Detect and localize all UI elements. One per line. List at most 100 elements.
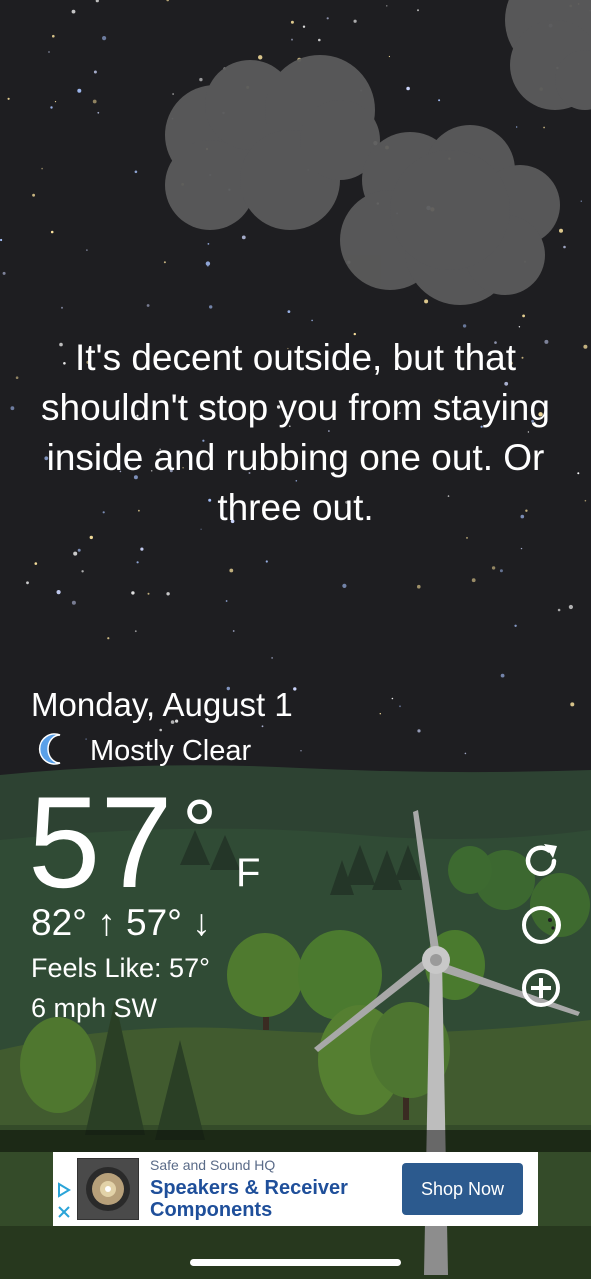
- star: [48, 51, 50, 53]
- temperature-unit: F: [236, 851, 261, 895]
- ad-title[interactable]: Speakers & Receiver Components: [150, 1177, 360, 1221]
- feels-like: Feels Like: 57°: [31, 953, 210, 983]
- star: [543, 126, 545, 129]
- star: [491, 566, 496, 570]
- star: [52, 34, 55, 38]
- star: [172, 93, 174, 95]
- star: [93, 70, 97, 74]
- star: [258, 55, 263, 60]
- add-circle-icon: [520, 967, 562, 1014]
- star: [518, 326, 521, 328]
- star: [140, 547, 144, 551]
- condition-row: Mostly Clear: [38, 733, 251, 770]
- star: [514, 624, 517, 627]
- star: [73, 551, 78, 556]
- star: [417, 729, 421, 733]
- star: [26, 581, 29, 585]
- star: [15, 376, 19, 380]
- star: [232, 630, 235, 632]
- star: [417, 584, 421, 589]
- star: [71, 9, 76, 14]
- star: [199, 77, 203, 82]
- star: [81, 570, 84, 573]
- star: [0, 238, 3, 242]
- wind-speed: 6 mph SW: [31, 993, 158, 1023]
- star: [241, 235, 246, 240]
- shop-now-button[interactable]: Shop Now: [402, 1163, 523, 1215]
- star: [146, 304, 150, 307]
- star: [261, 725, 264, 728]
- star: [388, 55, 390, 58]
- star: [563, 245, 566, 249]
- weather-message: It's decent outside, but that shouldn't …: [41, 337, 550, 528]
- star: [97, 111, 100, 114]
- ad-controls: [53, 1152, 75, 1226]
- star: [71, 600, 76, 605]
- refresh-button[interactable]: [520, 842, 562, 884]
- moon-phase-button[interactable]: [520, 904, 562, 951]
- star: [499, 569, 503, 573]
- star: [50, 230, 54, 234]
- condition-label: Mostly Clear: [90, 735, 252, 767]
- star: [287, 310, 291, 313]
- star: [399, 705, 401, 708]
- star: [92, 99, 97, 104]
- star: [577, 472, 580, 475]
- degree-symbol: °: [182, 781, 218, 880]
- star: [107, 637, 110, 640]
- star: [77, 548, 81, 552]
- star: [134, 170, 138, 174]
- star: [386, 5, 388, 7]
- star: [438, 99, 441, 102]
- star: [166, 592, 170, 596]
- star: [56, 590, 61, 595]
- star: [163, 261, 166, 264]
- star: [379, 713, 381, 715]
- star: [50, 106, 53, 109]
- star: [7, 97, 10, 100]
- star: [207, 243, 210, 245]
- crescent-moon-icon: [38, 733, 70, 770]
- star: [522, 314, 525, 318]
- date-label: Monday, August 1: [31, 686, 293, 723]
- star: [326, 17, 329, 20]
- star: [464, 752, 467, 755]
- ad-choices-icon[interactable]: [57, 1182, 71, 1203]
- star: [102, 36, 107, 41]
- star: [580, 200, 582, 202]
- weather-background-scene: [0, 0, 591, 1279]
- ad-product-image[interactable]: [77, 1158, 139, 1220]
- star: [293, 687, 297, 691]
- star: [77, 88, 82, 93]
- add-location-button[interactable]: [520, 967, 562, 1014]
- star: [584, 499, 587, 502]
- weather-screen: It's decent outside, but that shouldn't …: [0, 0, 591, 1279]
- star: [311, 319, 313, 322]
- star: [516, 126, 518, 128]
- star: [342, 583, 347, 589]
- ad-brand: Safe and Sound HQ: [150, 1157, 276, 1173]
- star: [557, 608, 561, 612]
- star: [89, 535, 94, 540]
- ad-banner[interactable]: Safe and Sound HQ Speakers & Receiver Co…: [53, 1152, 538, 1226]
- star: [353, 19, 357, 23]
- refresh-icon: [520, 840, 562, 887]
- star: [54, 101, 57, 103]
- star: [61, 306, 63, 309]
- star: [391, 697, 394, 700]
- close-icon[interactable]: [57, 1205, 71, 1224]
- star: [271, 657, 273, 659]
- star: [302, 25, 306, 28]
- star: [41, 167, 43, 170]
- star: [205, 261, 211, 266]
- moon-phase-icon: [520, 904, 562, 951]
- star: [229, 568, 234, 573]
- star: [209, 305, 213, 309]
- star: [424, 299, 429, 304]
- home-indicator[interactable]: [190, 1259, 401, 1266]
- star: [10, 406, 15, 411]
- star: [406, 86, 410, 91]
- star: [32, 193, 35, 197]
- star: [225, 600, 228, 602]
- star: [300, 750, 302, 752]
